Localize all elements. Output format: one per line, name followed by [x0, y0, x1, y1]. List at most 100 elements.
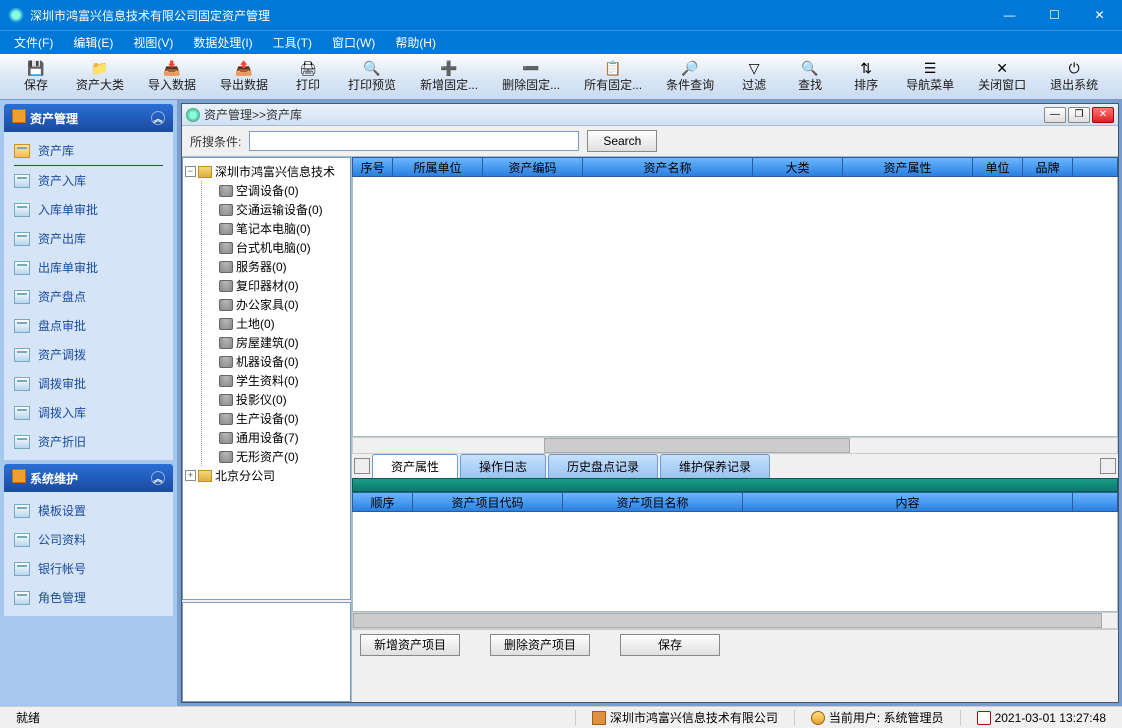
nav-item[interactable]: 出库单审批 — [4, 253, 173, 282]
toolbar-打印[interactable]: 🖨打印 — [280, 58, 336, 94]
tree-node[interactable]: 生产设备(0) — [206, 409, 348, 428]
tree-node[interactable]: 服务器(0) — [206, 257, 348, 276]
toolbar-新增固定...[interactable]: ➕新增固定... — [408, 58, 490, 94]
nav-item[interactable]: 模板设置 — [4, 496, 173, 525]
db-icon — [219, 394, 233, 406]
tree-node[interactable]: 空调设备(0) — [206, 181, 348, 200]
panel-header[interactable]: 资产管理︽ — [4, 104, 173, 132]
tree-node[interactable]: 通用设备(7) — [206, 428, 348, 447]
nav-item[interactable]: 资产盘点 — [4, 282, 173, 311]
toolbar-导入数据[interactable]: 📥导入数据 — [136, 58, 208, 94]
clock-icon — [977, 711, 991, 725]
panel-header[interactable]: 系统维护︽ — [4, 464, 173, 492]
expand-toggle[interactable]: + — [185, 470, 196, 481]
detail-column-header[interactable]: 内容 — [743, 493, 1073, 511]
toolbar-导出数据[interactable]: 📤导出数据 — [208, 58, 280, 94]
grid-hscroll[interactable] — [352, 437, 1118, 454]
nav-item[interactable]: 资产折旧 — [4, 427, 173, 456]
minimize-button[interactable]: — — [987, 0, 1032, 30]
toolbar-打印预览[interactable]: 🔍打印预览 — [336, 58, 408, 94]
doc-icon — [14, 290, 30, 304]
nav-item[interactable]: 盘点审批 — [4, 311, 173, 340]
sub-close-button[interactable]: ✕ — [1092, 107, 1114, 123]
column-header[interactable]: 大类 — [753, 158, 843, 176]
tree-node[interactable]: 笔记本电脑(0) — [206, 219, 348, 238]
category-tree[interactable]: −深圳市鸿富兴信息技术空调设备(0)交通运输设备(0)笔记本电脑(0)台式机电脑… — [182, 157, 351, 600]
column-header[interactable]: 品牌 — [1023, 158, 1073, 176]
nav-item[interactable]: 角色管理 — [4, 583, 173, 612]
doc-icon — [14, 435, 30, 449]
menu-item[interactable]: 数据处理(I) — [183, 32, 262, 53]
toolbar-删除固定...[interactable]: ➖删除固定... — [490, 58, 572, 94]
tree-root[interactable]: −深圳市鸿富兴信息技术 — [185, 162, 348, 181]
tree-node[interactable]: 房屋建筑(0) — [206, 333, 348, 352]
toolbar-条件查询[interactable]: 🔎条件查询 — [654, 58, 726, 94]
nav-item[interactable]: 资产库 — [14, 136, 163, 166]
tree-node[interactable]: 学生资料(0) — [206, 371, 348, 390]
column-header[interactable]: 资产属性 — [843, 158, 973, 176]
collapse-icon[interactable]: ︽ — [151, 471, 165, 485]
toolbar-排序[interactable]: ⇅排序 — [838, 58, 894, 94]
toolbar-关闭窗口[interactable]: ✕关闭窗口 — [966, 58, 1038, 94]
collapse-icon[interactable]: ︽ — [151, 111, 165, 125]
column-header[interactable]: 资产编码 — [483, 158, 583, 176]
search-button[interactable]: Search — [587, 130, 657, 152]
tree-sibling[interactable]: +北京分公司 — [185, 466, 348, 485]
toolbar-保存[interactable]: 💾保存 — [8, 58, 64, 94]
nav-item[interactable]: 资产出库 — [4, 224, 173, 253]
tree-node[interactable]: 无形资产(0) — [206, 447, 348, 466]
detail-column-header[interactable]: 资产项目名称 — [563, 493, 743, 511]
action-button[interactable]: 保存 — [620, 634, 720, 656]
menu-item[interactable]: 工具(T) — [263, 32, 322, 53]
menu-item[interactable]: 窗口(W) — [322, 32, 385, 53]
column-header[interactable]: 资产名称 — [583, 158, 753, 176]
detail-column-header[interactable]: 资产项目代码 — [413, 493, 563, 511]
toolbar-资产大类[interactable]: 📁资产大类 — [64, 58, 136, 94]
nav-item[interactable]: 资产入库 — [4, 166, 173, 195]
detail-grid-body[interactable] — [352, 512, 1118, 612]
tree-node[interactable]: 复印器材(0) — [206, 276, 348, 295]
action-button[interactable]: 新增资产项目 — [360, 634, 460, 656]
toolbar-过滤[interactable]: ▽过滤 — [726, 58, 782, 94]
tree-node[interactable]: 机器设备(0) — [206, 352, 348, 371]
toolbar-导航菜单[interactable]: ☰导航菜单 — [894, 58, 966, 94]
toolbar-icon: ➖ — [523, 60, 539, 76]
tab[interactable]: 资产属性 — [372, 454, 458, 478]
tree-node[interactable]: 土地(0) — [206, 314, 348, 333]
db-icon — [219, 375, 233, 387]
close-button[interactable]: ✕ — [1077, 0, 1122, 30]
search-input[interactable] — [249, 131, 579, 151]
tree-node[interactable]: 交通运输设备(0) — [206, 200, 348, 219]
nav-item[interactable]: 银行帐号 — [4, 554, 173, 583]
tab[interactable]: 操作日志 — [460, 454, 546, 478]
tab[interactable]: 维护保养记录 — [660, 454, 770, 478]
toolbar-所有固定...[interactable]: 📋所有固定... — [572, 58, 654, 94]
nav-item[interactable]: 调拨审批 — [4, 369, 173, 398]
tree-node[interactable]: 投影仪(0) — [206, 390, 348, 409]
grid-body[interactable] — [352, 177, 1118, 437]
column-header[interactable]: 序号 — [353, 158, 393, 176]
maximize-button[interactable]: ☐ — [1032, 0, 1077, 30]
toolbar-退出系统[interactable]: ⏻退出系统 — [1038, 58, 1110, 94]
nav-item[interactable]: 调拨入库 — [4, 398, 173, 427]
nav-item[interactable]: 公司资料 — [4, 525, 173, 554]
menu-item[interactable]: 视图(V) — [123, 32, 183, 53]
toolbar-查找[interactable]: 🔍查找 — [782, 58, 838, 94]
menu-item[interactable]: 编辑(E) — [63, 32, 123, 53]
tab[interactable]: 历史盘点记录 — [548, 454, 658, 478]
collapse-toggle[interactable]: − — [185, 166, 196, 177]
menu-item[interactable]: 文件(F) — [4, 32, 63, 53]
tree-node[interactable]: 台式机电脑(0) — [206, 238, 348, 257]
column-header[interactable]: 单位 — [973, 158, 1023, 176]
detail-column-header[interactable]: 顺序 — [353, 493, 413, 511]
sub-minimize-button[interactable]: — — [1044, 107, 1066, 123]
action-button[interactable]: 删除资产项目 — [490, 634, 590, 656]
menu-item[interactable]: 帮助(H) — [385, 32, 446, 53]
asset-grid: 序号所属单位资产编码资产名称大类资产属性单位品牌 — [352, 157, 1118, 454]
nav-item[interactable]: 资产调拨 — [4, 340, 173, 369]
nav-item[interactable]: 入库单审批 — [4, 195, 173, 224]
sub-restore-button[interactable]: ❐ — [1068, 107, 1090, 123]
tree-node[interactable]: 办公家具(0) — [206, 295, 348, 314]
column-header[interactable]: 所属单位 — [393, 158, 483, 176]
detail-hscroll[interactable] — [352, 612, 1118, 629]
